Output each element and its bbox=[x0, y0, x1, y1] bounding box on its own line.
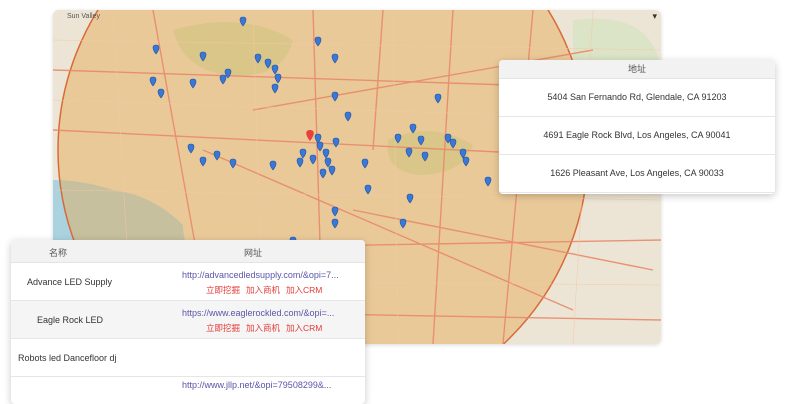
add-crm-button[interactable]: 加入CRM bbox=[286, 323, 322, 333]
mine-now-button[interactable]: 立即挖掘 bbox=[206, 323, 240, 333]
business-panel: 名称 网址 Advance LED Supply http://advanced… bbox=[11, 240, 365, 404]
table-row[interactable]: http://www.jllp.net/&opi=79508299&... bbox=[11, 377, 365, 404]
table-row[interactable]: Robots led Dancefloor dj bbox=[11, 339, 365, 377]
zoom-control[interactable]: ▾ bbox=[652, 12, 657, 22]
row-actions: 立即挖掘 加入商机 加入CRM bbox=[206, 322, 328, 334]
table-row[interactable]: Eagle Rock LED https://www.eaglerockled.… bbox=[11, 301, 365, 339]
website-link[interactable]: https://www.eaglerockled.com/&opi=... bbox=[182, 308, 334, 318]
business-name: Robots led Dancefloor dj bbox=[18, 353, 117, 363]
mine-now-button[interactable]: 立即挖掘 bbox=[206, 285, 240, 295]
row-actions: 立即挖掘 加入商机 加入CRM bbox=[206, 284, 328, 296]
table-row[interactable]: Advance LED Supply http://advancedledsup… bbox=[11, 263, 365, 301]
address-panel: 地址 5404 San Fernando Rd, Glendale, CA 91… bbox=[499, 60, 775, 194]
business-table-header: 名称 网址 bbox=[11, 240, 365, 263]
address-row[interactable]: 4691 Eagle Rock Blvd, Los Angeles, CA 90… bbox=[499, 117, 775, 155]
business-name: Eagle Rock LED bbox=[37, 315, 104, 325]
name-column-header: 名称 bbox=[49, 248, 68, 258]
website-link[interactable]: http://www.jllp.net/&opi=79508299&... bbox=[182, 380, 331, 390]
address-row[interactable]: 1626 Pleasant Ave, Los Angeles, CA 90033 bbox=[499, 155, 775, 193]
website-column-header: 网址 bbox=[244, 248, 263, 258]
add-opportunity-button[interactable]: 加入商机 bbox=[246, 285, 280, 295]
website-link[interactable]: http://advancedledsupply.com/&opi=7... bbox=[182, 270, 339, 280]
add-crm-button[interactable]: 加入CRM bbox=[286, 285, 322, 295]
place-label: Sun Valley bbox=[67, 13, 100, 20]
business-name: Advance LED Supply bbox=[27, 277, 113, 287]
address-header: 地址 bbox=[499, 60, 775, 79]
add-opportunity-button[interactable]: 加入商机 bbox=[246, 323, 280, 333]
address-row[interactable]: 5404 San Fernando Rd, Glendale, CA 91203 bbox=[499, 79, 775, 117]
